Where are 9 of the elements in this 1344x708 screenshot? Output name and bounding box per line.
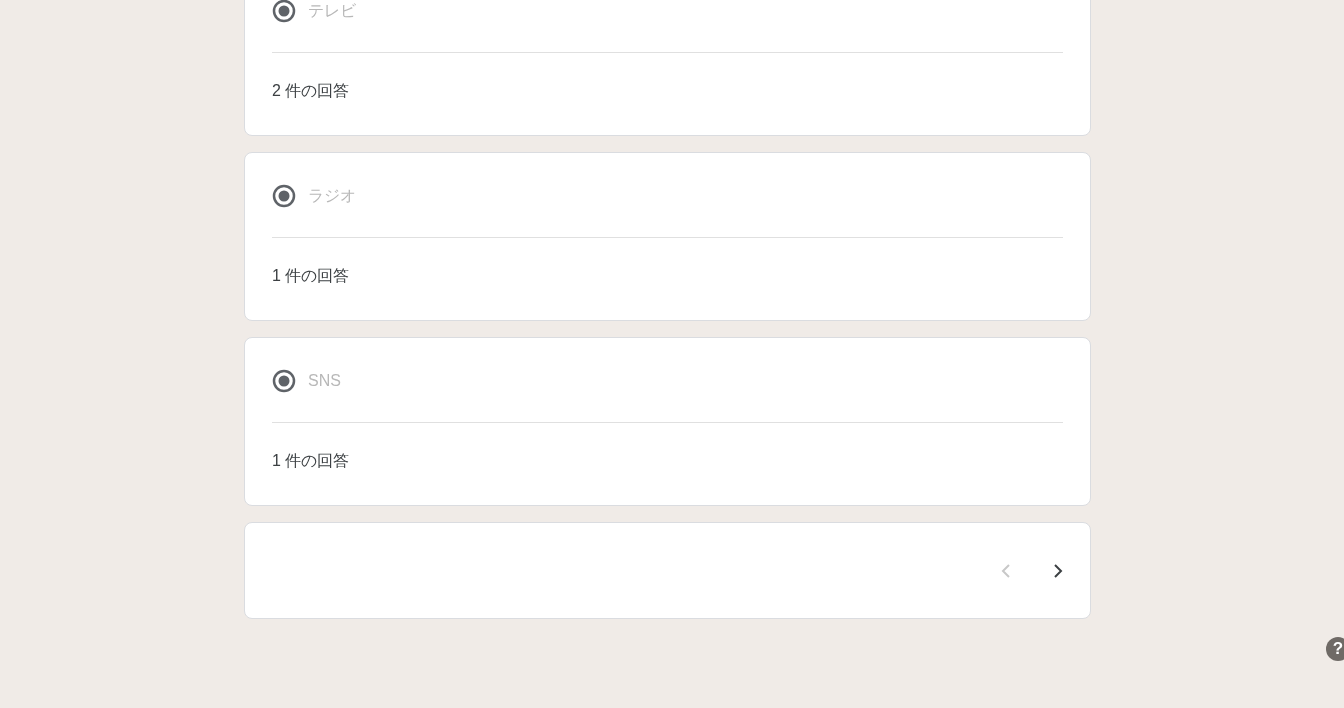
chevron-right-icon [1053,562,1063,579]
response-count: 2 件の回答 [272,82,350,99]
response-count: 1 件の回答 [272,452,350,469]
response-count: 1 件の回答 [272,267,350,284]
option-label: テレビ [308,1,356,21]
option-label: SNS [308,371,341,391]
help-button[interactable]: ? [1326,637,1344,661]
option-label: ラジオ [308,186,356,206]
chevron-left-icon [1001,562,1011,579]
